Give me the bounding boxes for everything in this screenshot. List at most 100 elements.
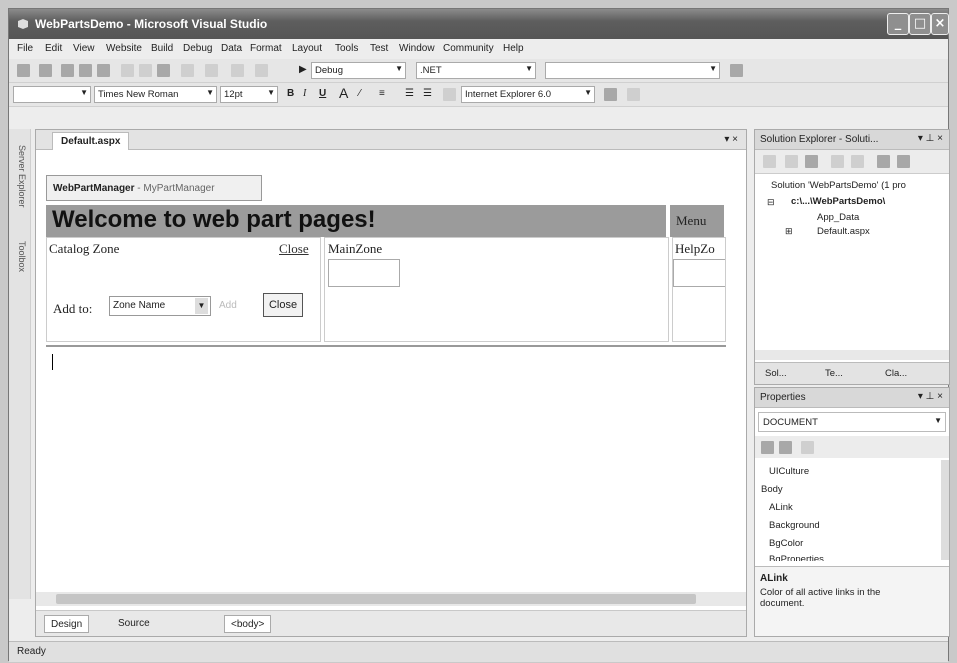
check-accessibility-icon[interactable] xyxy=(604,88,617,101)
scrollbar-thumb[interactable] xyxy=(56,594,696,604)
menu-file[interactable]: File xyxy=(17,43,33,54)
property-pages-icon[interactable] xyxy=(801,441,814,454)
expand-icon[interactable]: ⊞ xyxy=(785,226,793,237)
property-category[interactable]: Body xyxy=(761,484,783,495)
tree-solution-node[interactable]: Solution 'WebPartsDemo' (1 pro xyxy=(771,180,906,191)
catalog-zone[interactable]: Catalog Zone Close Add to: Zone Name ▼ Ad… xyxy=(46,237,321,342)
tab-default-aspx[interactable]: Default.aspx xyxy=(52,132,130,150)
catalog-close-link[interactable]: Close xyxy=(279,241,309,257)
font-name-select[interactable]: Times New Roman ▼ xyxy=(94,86,217,103)
menu-tools[interactable]: Tools xyxy=(335,43,358,54)
menu-view[interactable]: View xyxy=(73,43,95,54)
copy-website-icon[interactable] xyxy=(897,155,910,168)
solution-h-scrollbar[interactable] xyxy=(755,350,949,360)
webpartmanager-control[interactable]: WebPartManager - MyPartManager xyxy=(46,175,262,201)
refresh-icon[interactable] xyxy=(805,155,818,168)
catalog-close-button[interactable]: Close xyxy=(263,293,303,317)
numbered-list-icon[interactable]: ☰ xyxy=(405,88,414,99)
tab-solution[interactable]: Sol... xyxy=(765,368,787,379)
undo-icon[interactable] xyxy=(181,64,194,77)
horizontal-scrollbar[interactable] xyxy=(36,592,746,606)
tab-team[interactable]: Te... xyxy=(825,368,843,379)
menu-window[interactable]: Window xyxy=(399,43,435,54)
menu-edit[interactable]: Edit xyxy=(45,43,62,54)
main-zone-drop-area[interactable] xyxy=(328,259,400,287)
copy-icon[interactable] xyxy=(139,64,152,77)
platform-select[interactable]: .NET ▼ xyxy=(416,62,536,79)
help-zone-drop-area[interactable] xyxy=(673,259,725,287)
minimize-button[interactable]: _ xyxy=(887,13,909,35)
menu-control[interactable]: Menu xyxy=(670,205,724,237)
toolbox-tab[interactable]: Toolbox xyxy=(13,241,27,272)
cut-icon[interactable] xyxy=(121,64,134,77)
tab-source[interactable]: Source xyxy=(112,615,156,633)
find-in-files-icon[interactable] xyxy=(730,64,743,77)
properties-icon[interactable] xyxy=(763,155,776,168)
formatting-toolbar: ▼ Times New Roman ▼ 12pt ▼ B I U A ⁄ ≡ ☰ ☰… xyxy=(9,83,948,107)
main-zone[interactable]: MainZone xyxy=(324,237,669,342)
pin-close-icons[interactable]: ▾ ⊥ × xyxy=(918,391,943,402)
property-row[interactable]: BgColor xyxy=(769,538,803,549)
close-window-button[interactable]: × xyxy=(931,13,949,35)
properties-scrollbar[interactable] xyxy=(941,460,949,560)
block-format-select[interactable]: ▼ xyxy=(13,86,91,103)
pin-close-icons[interactable]: ▾ ⊥ × xyxy=(918,133,943,144)
underline-icon[interactable]: U xyxy=(319,88,326,99)
property-row[interactable]: BgProperties xyxy=(769,554,824,561)
italic-icon[interactable]: I xyxy=(303,88,306,99)
menu-help[interactable]: Help xyxy=(503,43,524,54)
categorized-icon[interactable] xyxy=(761,441,774,454)
font-color-icon[interactable]: A xyxy=(339,85,348,101)
tab-class-view[interactable]: Cla... xyxy=(885,368,907,379)
close-document-icon[interactable]: ▾ × xyxy=(724,134,738,145)
add-item-icon[interactable] xyxy=(39,64,52,77)
menu-build[interactable]: Build xyxy=(151,43,173,54)
paste-icon[interactable] xyxy=(157,64,170,77)
start-debug-icon[interactable]: ▶ xyxy=(299,64,307,75)
save-all-icon[interactable] xyxy=(97,64,110,77)
menu-format[interactable]: Format xyxy=(250,43,282,54)
menu-community[interactable]: Community xyxy=(443,43,494,54)
toolbar-options-icon[interactable] xyxy=(627,88,640,101)
alphabetical-icon[interactable] xyxy=(779,441,792,454)
property-row[interactable]: Background xyxy=(769,520,820,531)
nest-related-files-icon[interactable] xyxy=(877,155,890,168)
object-selector[interactable]: DOCUMENT ▼ xyxy=(758,412,946,432)
property-row[interactable]: UICulture xyxy=(769,466,809,477)
menu-data[interactable]: Data xyxy=(221,43,242,54)
show-all-files-icon[interactable] xyxy=(785,155,798,168)
menu-layout[interactable]: Layout xyxy=(292,43,322,54)
tree-project-node[interactable]: c:\...\WebPartsDemo\ xyxy=(791,196,885,207)
collapse-icon[interactable]: ⊟ xyxy=(767,197,775,208)
menu-website[interactable]: Website xyxy=(106,43,142,54)
bold-icon[interactable]: B xyxy=(287,88,294,99)
menu-test[interactable]: Test xyxy=(370,43,388,54)
tree-app-data[interactable]: App_Data xyxy=(817,212,859,223)
help-zone[interactable]: HelpZo xyxy=(672,237,726,342)
bulleted-list-icon[interactable]: ☰ xyxy=(423,88,432,99)
view-designer-icon[interactable] xyxy=(851,155,864,168)
indent-icon[interactable] xyxy=(443,88,456,101)
navigate-icon[interactable] xyxy=(231,64,244,77)
maximize-button[interactable]: □ xyxy=(909,13,931,35)
navigate-forward-icon[interactable] xyxy=(255,64,268,77)
property-row[interactable]: ALink xyxy=(769,502,793,513)
server-explorer-tab[interactable]: Server Explorer xyxy=(13,145,27,208)
view-code-icon[interactable] xyxy=(831,155,844,168)
font-size-select[interactable]: 12pt ▼ xyxy=(220,86,278,103)
highlight-icon[interactable]: ⁄ xyxy=(359,88,361,99)
tab-design[interactable]: Design xyxy=(44,615,90,633)
solution-explorer: Solution Explorer - Soluti... ▾ ⊥ × Solut… xyxy=(754,129,950,385)
align-icon[interactable]: ≡ xyxy=(379,88,385,99)
target-schema-select[interactable]: Internet Explorer 6.0 ▼ xyxy=(461,86,595,103)
redo-icon[interactable] xyxy=(205,64,218,77)
tree-default-aspx[interactable]: Default.aspx xyxy=(817,226,870,237)
find-combo[interactable]: ▼ xyxy=(545,62,720,79)
configuration-select[interactable]: Debug ▼ xyxy=(311,62,406,79)
menu-debug[interactable]: Debug xyxy=(183,43,212,54)
tag-navigator-body[interactable]: <body> xyxy=(224,615,272,633)
new-project-icon[interactable] xyxy=(17,64,30,77)
open-file-icon[interactable] xyxy=(61,64,74,77)
zone-name-select[interactable]: Zone Name ▼ xyxy=(109,296,211,316)
save-icon[interactable] xyxy=(79,64,92,77)
